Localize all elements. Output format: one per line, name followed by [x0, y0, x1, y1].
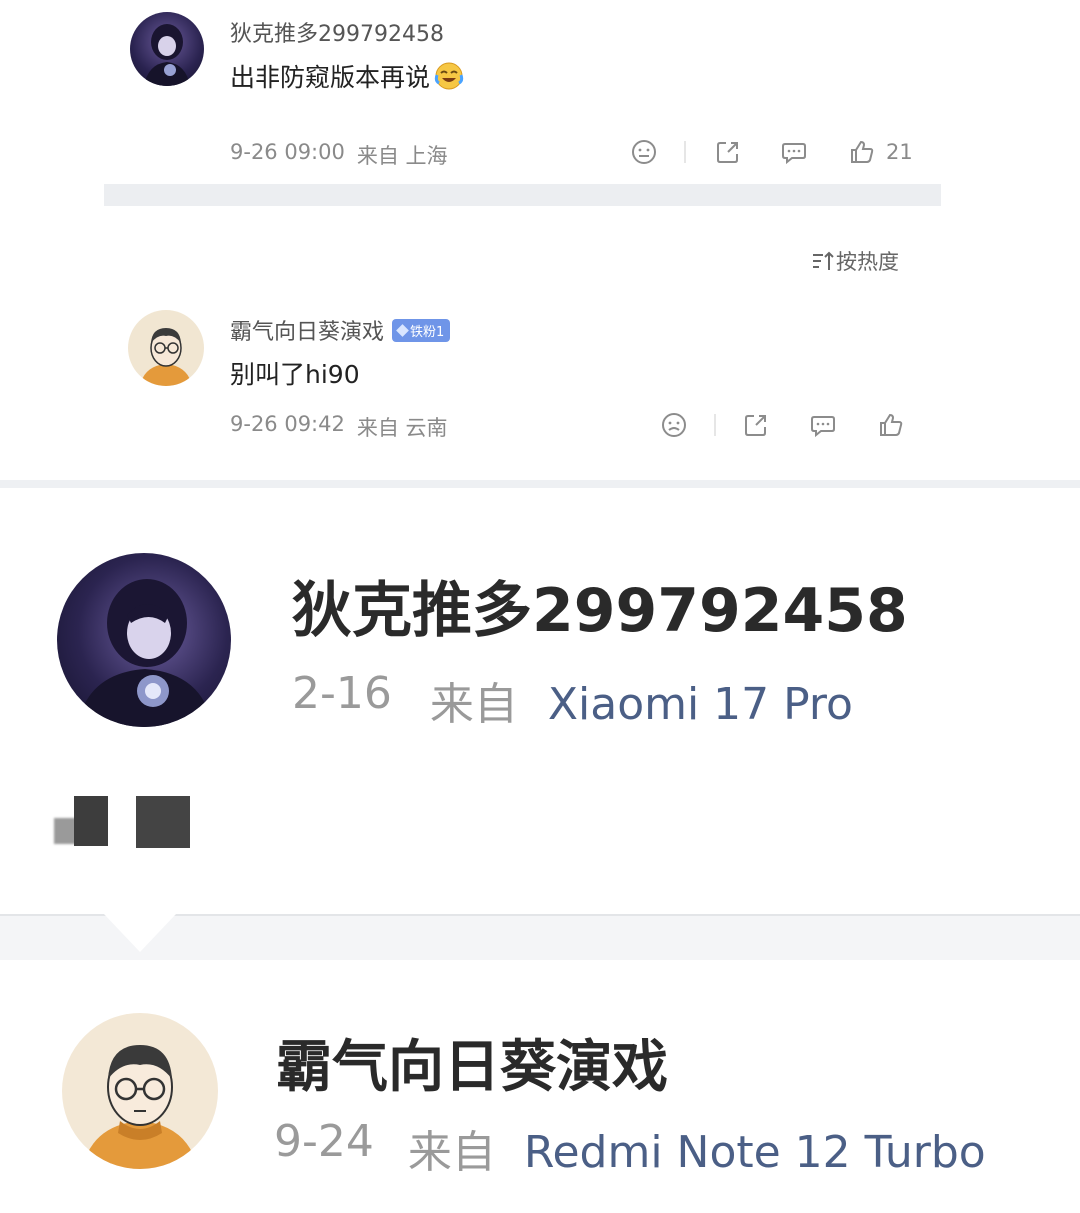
- screenshot-separator: [0, 480, 1080, 488]
- fan-badge: 铁粉1: [392, 318, 451, 342]
- comment-header: 霸气向日葵演戏 铁粉1: [230, 314, 451, 346]
- like-icon[interactable]: [846, 136, 878, 168]
- avatar[interactable]: [62, 1013, 218, 1169]
- avatar[interactable]: [130, 12, 204, 86]
- avatar[interactable]: [128, 310, 204, 386]
- comment-datetime: 9-26 09:00: [230, 140, 345, 164]
- share-icon[interactable]: [740, 409, 772, 441]
- profile-meta: 2-16 来自 Xiaomi 17 Pro: [292, 668, 853, 732]
- like-count: 21: [886, 140, 913, 164]
- avatar-figure-icon: [144, 24, 190, 86]
- dislike-face-icon[interactable]: [628, 136, 660, 168]
- avatar-figure-icon: [77, 579, 213, 727]
- dislike-face-icon[interactable]: [658, 409, 690, 441]
- avatar-figure-icon: [82, 1045, 198, 1169]
- crying-laughing-emoji-icon: [434, 61, 464, 91]
- action-divider: [684, 141, 686, 163]
- sort-label: 按热度: [836, 250, 899, 274]
- profile-username[interactable]: 狄克推多299792458: [292, 562, 908, 649]
- profile-from-word: 来自: [429, 679, 518, 730]
- blurred-image-icon: [54, 796, 194, 850]
- comment-actions: 21: [628, 136, 913, 168]
- sort-button[interactable]: 按热度: [810, 246, 899, 276]
- action-divider: [714, 414, 716, 436]
- profile-source: 来自 Xiaomi 17 Pro: [430, 668, 853, 732]
- profile-date: 9-24: [274, 1116, 374, 1167]
- profile-meta: 9-24 来自 Redmi Note 12 Turbo: [274, 1116, 986, 1180]
- diamond-icon: [396, 323, 409, 337]
- like-icon[interactable]: [875, 409, 907, 441]
- profile-source: 来自 Redmi Note 12 Turbo: [408, 1116, 986, 1180]
- avatar-figure-icon: [140, 328, 192, 386]
- comment-datetime: 9-26 09:42: [230, 412, 345, 436]
- comment-text-content: 出非防窥版本再说: [230, 63, 431, 92]
- sort-icon: [810, 248, 836, 274]
- comment-actions: [658, 409, 907, 441]
- device-name[interactable]: Redmi Note 12 Turbo: [524, 1127, 986, 1178]
- comment-location: 来自 上海: [356, 144, 448, 168]
- comment-location: 来自 云南: [356, 416, 448, 440]
- comment-text: 别叫了hi90: [230, 360, 360, 389]
- comment-username[interactable]: 霸气向日葵演戏: [230, 314, 384, 346]
- fan-badge-label: 铁粉1: [410, 324, 445, 340]
- avatar[interactable]: [57, 553, 231, 727]
- comment-meta: 9-26 09:42 来自 云南: [230, 412, 448, 442]
- comment-text: 出非防窥版本再说: [230, 58, 464, 94]
- comment-icon[interactable]: [778, 136, 810, 168]
- section-divider: [104, 184, 941, 206]
- comment-meta: 9-26 09:00 来自 上海: [230, 140, 448, 170]
- share-icon[interactable]: [712, 136, 744, 168]
- profile-date: 2-16: [292, 668, 392, 719]
- device-name[interactable]: Xiaomi 17 Pro: [548, 679, 853, 730]
- profile-from-word: 来自: [407, 1127, 496, 1178]
- profile-username[interactable]: 霸气向日葵演戏: [276, 1022, 668, 1103]
- caret-down-icon: [104, 914, 176, 952]
- comment-icon[interactable]: [807, 409, 839, 441]
- comment-username[interactable]: 狄克推多299792458: [230, 16, 444, 48]
